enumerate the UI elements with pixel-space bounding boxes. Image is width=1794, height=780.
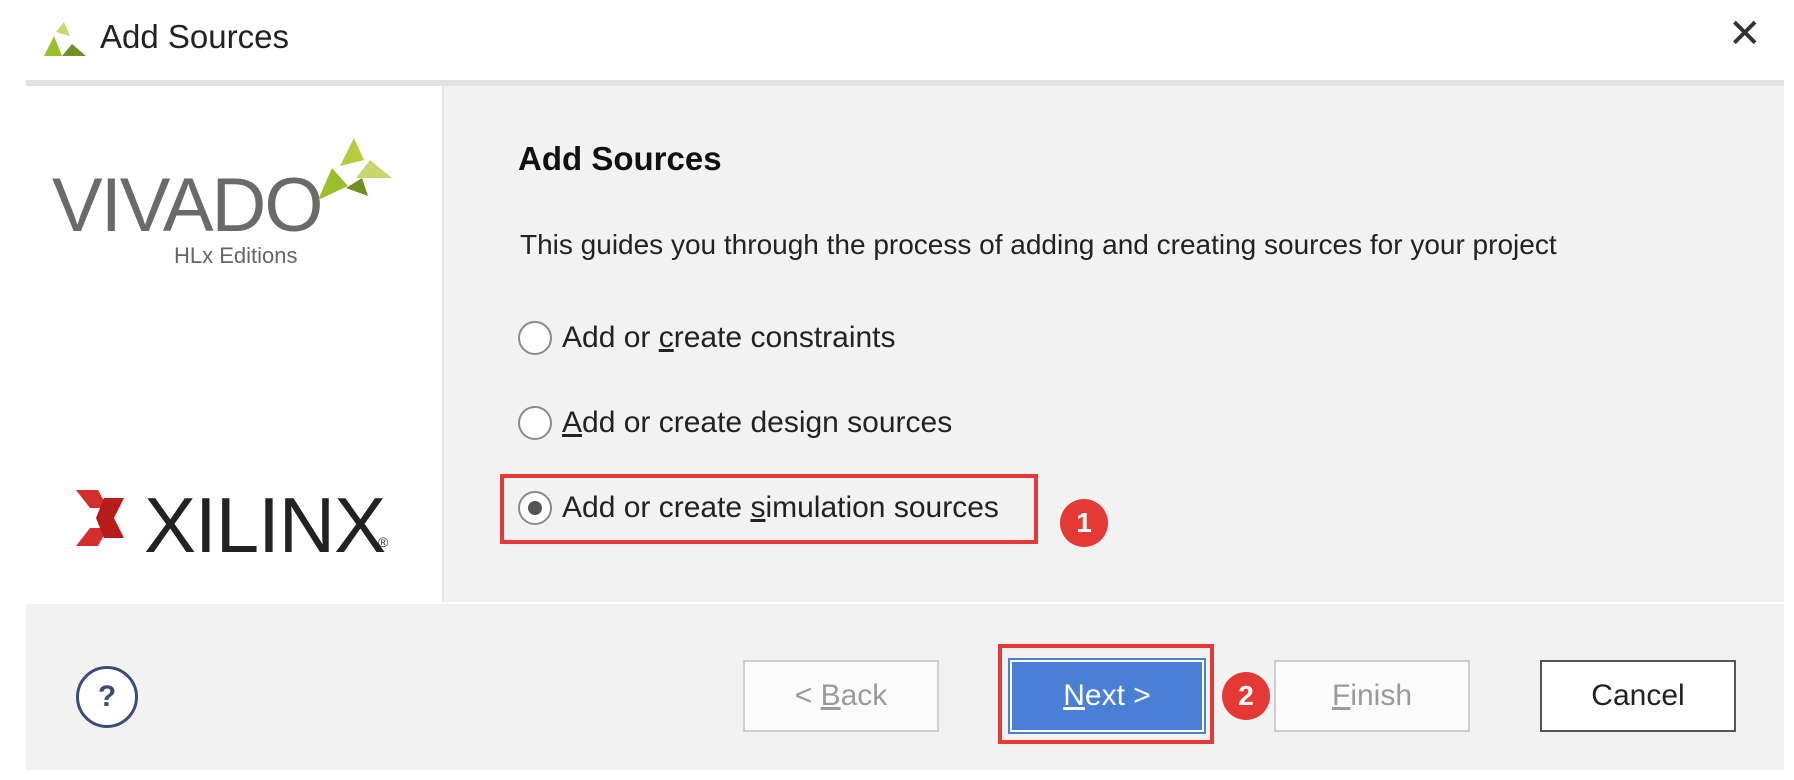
annotation-badge-1: 1 [1060,499,1108,547]
page-heading: Add Sources [518,140,722,177]
xilinx-logo-icon [76,490,124,546]
highlight-box-option [500,474,1038,544]
vivado-app-icon [44,22,86,56]
xilinx-logo-text: XILINX [144,481,386,569]
help-button[interactable]: ? [76,666,138,728]
finish-button[interactable]: Finish [1274,660,1470,732]
window-title: Add Sources [100,18,289,55]
highlight-box-next [998,644,1214,744]
title-bar: Add Sources ✕ [0,0,1794,80]
option-label: Add or create constraints [562,321,896,354]
option-label: Add or create design sources [562,406,953,439]
back-button[interactable]: < Back [743,660,939,732]
radio-button[interactable] [518,406,552,440]
option-design-sources[interactable]: Add or create design sources [518,403,952,443]
annotation-badge-2: 2 [1222,672,1270,720]
vivado-logo-text: VIVADO [52,163,324,248]
cancel-button[interactable]: Cancel [1540,660,1736,732]
vivado-edition-text: HLx Editions [174,243,298,268]
radio-button[interactable] [518,321,552,355]
vivado-leaf-icon [318,138,392,200]
close-icon[interactable]: ✕ [1728,14,1762,54]
option-constraints[interactable]: Add or create constraints [518,318,896,358]
registered-mark: ® [378,534,389,550]
page-description: This guides you through the process of a… [520,229,1557,260]
